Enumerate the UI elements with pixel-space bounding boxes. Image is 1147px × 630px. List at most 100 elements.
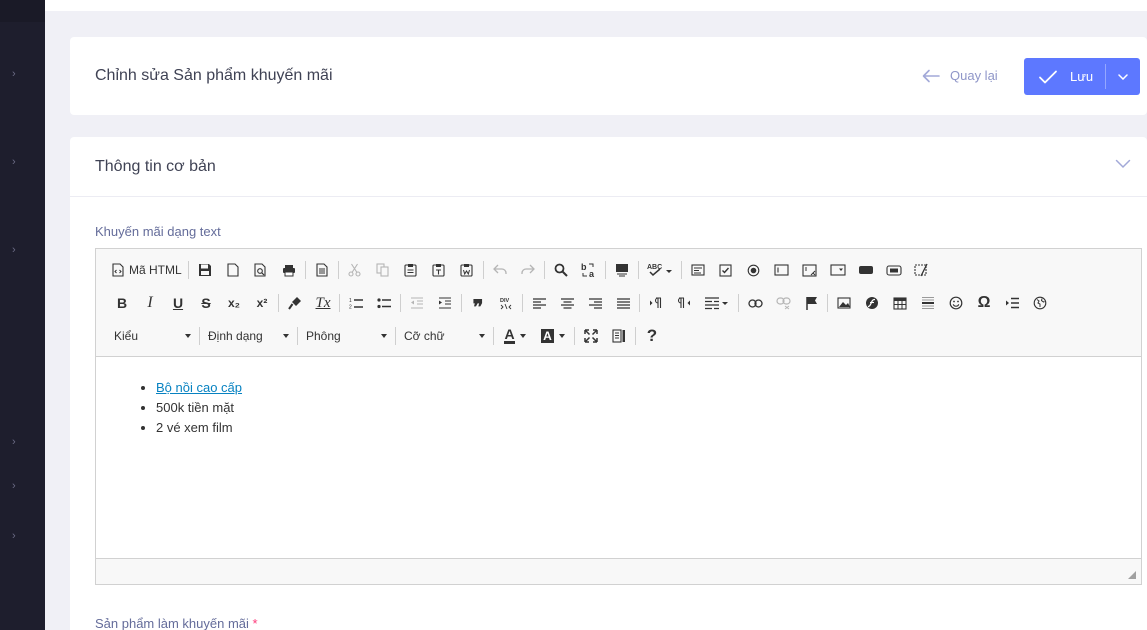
paste-text-icon[interactable] [425,258,453,282]
sidebar-chevron-right-icon[interactable]: › [12,437,22,448]
horizontal-rule-icon[interactable] [914,291,942,315]
help-icon[interactable]: ? [638,324,666,348]
justify-icon[interactable] [609,291,637,315]
spellcheck-icon[interactable]: ABC [641,258,679,282]
bulleted-list-icon[interactable] [370,291,398,315]
page-break-icon[interactable] [998,291,1026,315]
bg-color-button[interactable]: A [534,324,572,348]
checkbox-icon[interactable] [712,258,740,282]
bold-icon[interactable]: B [108,291,136,315]
underline-icon[interactable]: U [164,291,192,315]
show-blocks-icon[interactable] [605,324,633,348]
undo-icon[interactable] [486,258,514,282]
redo-icon[interactable] [514,258,542,282]
toolbar-separator [337,261,339,279]
save-button[interactable]: Lưu [1024,58,1105,95]
back-button[interactable]: Quay lại [922,68,998,83]
toolbar-separator [574,327,575,345]
outdent-icon[interactable] [403,291,431,315]
editor-content[interactable]: Bộ nồi cao cấp 500k tiền mặt 2 vé xem fi… [96,358,1141,558]
source-button[interactable]: Mã HTML [108,258,186,282]
button-field-icon[interactable] [852,258,880,282]
print-icon[interactable] [275,258,303,282]
sidebar-chevron-right-icon[interactable]: › [12,531,22,542]
sidebar-chevron-right-icon[interactable]: › [12,481,22,492]
sidebar-chevron-right-icon[interactable]: › [12,157,22,168]
indent-icon[interactable] [431,291,459,315]
smiley-icon[interactable] [942,291,970,315]
toolbar-separator [278,294,279,312]
find-icon[interactable] [547,258,575,282]
products-label-text: Sản phẩm làm khuyến mãi [95,616,249,630]
page-title: Chỉnh sửa Sản phẩm khuyến mãi [95,67,333,84]
basic-info-card: Thông tin cơ bản Khuyến mãi dạng text Mã… [70,137,1147,630]
promo-link[interactable]: Bộ nồi cao cấp [156,380,242,395]
align-right-icon[interactable] [581,291,609,315]
sidebar-chevron-right-icon[interactable]: › [12,245,22,256]
anchor-icon[interactable] [797,291,825,315]
preview-icon[interactable] [247,258,275,282]
flash-icon[interactable] [858,291,886,315]
image-icon[interactable] [830,291,858,315]
editor-footer [96,558,1141,584]
styles-combo[interactable]: Kiểu [108,324,197,348]
caret-down-icon [519,334,526,338]
styles-combo-label: Kiểu [114,329,139,343]
paste-word-icon[interactable] [453,258,481,282]
font-size-combo[interactable]: Cỡ chữ [398,324,491,348]
cut-icon[interactable] [341,258,369,282]
align-center-icon[interactable] [553,291,581,315]
iframe-icon[interactable] [1026,291,1054,315]
list-item: 500k tiền mặt [156,398,1141,418]
font-combo[interactable]: Phông [300,324,393,348]
select-all-icon[interactable] [608,258,636,282]
maximize-icon[interactable] [577,324,605,348]
text-color-button[interactable]: A [496,324,534,348]
font-combo-label: Phông [306,329,341,343]
image-button-icon[interactable] [880,258,908,282]
toolbar-separator [339,294,340,312]
toolbar-separator [635,327,636,345]
align-left-icon[interactable] [525,291,553,315]
copy-format-icon[interactable] [281,291,309,315]
italic-icon[interactable]: I [136,291,164,315]
sidebar-chevron-right-icon[interactable]: › [12,69,22,80]
text-direction-ltr-icon[interactable] [642,291,670,315]
select-field-icon[interactable] [824,258,852,282]
text-direction-rtl-icon[interactable] [670,291,698,315]
blockquote-icon[interactable]: ❞ [464,291,492,319]
chevron-down-icon[interactable] [1115,159,1131,169]
page-header-card: Chỉnh sửa Sản phẩm khuyến mãi Quay lại L… [70,37,1147,115]
language-icon[interactable] [698,291,736,315]
toolbar-separator [482,261,484,279]
rich-text-editor: Mã HTML ba ABC B I U S x₂ x² Tx 1 2 ❞ DI… [95,248,1142,585]
strikethrough-icon[interactable]: S [192,291,220,315]
radio-icon[interactable] [740,258,768,282]
unlink-icon[interactable] [769,291,797,315]
superscript-icon[interactable]: x² [248,291,276,315]
svg-text:2: 2 [349,305,352,310]
save-document-icon[interactable] [191,258,219,282]
form-icon[interactable] [684,258,712,282]
format-combo[interactable]: Định dạng [202,324,295,348]
hidden-field-icon[interactable] [908,258,936,282]
link-icon[interactable] [741,291,769,315]
new-page-icon[interactable] [219,258,247,282]
copy-icon[interactable] [369,258,397,282]
save-dropdown-toggle[interactable] [1106,58,1140,95]
text-field-icon[interactable] [768,258,796,282]
numbered-list-icon[interactable]: 12 [342,291,370,315]
textarea-icon[interactable] [796,258,824,282]
editor-toolbar: Mã HTML ba ABC B I U S x₂ x² Tx 1 2 ❞ DI… [96,249,1141,357]
create-div-icon[interactable]: DIV [492,291,520,315]
paste-icon[interactable] [397,258,425,282]
toolbar-separator [639,294,640,312]
subscript-icon[interactable]: x₂ [220,291,248,315]
resize-grip-icon[interactable] [1127,570,1137,580]
templates-icon[interactable] [308,258,336,282]
table-icon[interactable] [886,291,914,315]
replace-icon[interactable]: ba [575,258,603,282]
back-button-label: Quay lại [950,68,998,83]
remove-format-icon[interactable]: Tx [309,291,337,315]
special-char-icon[interactable]: Ω [970,291,998,315]
